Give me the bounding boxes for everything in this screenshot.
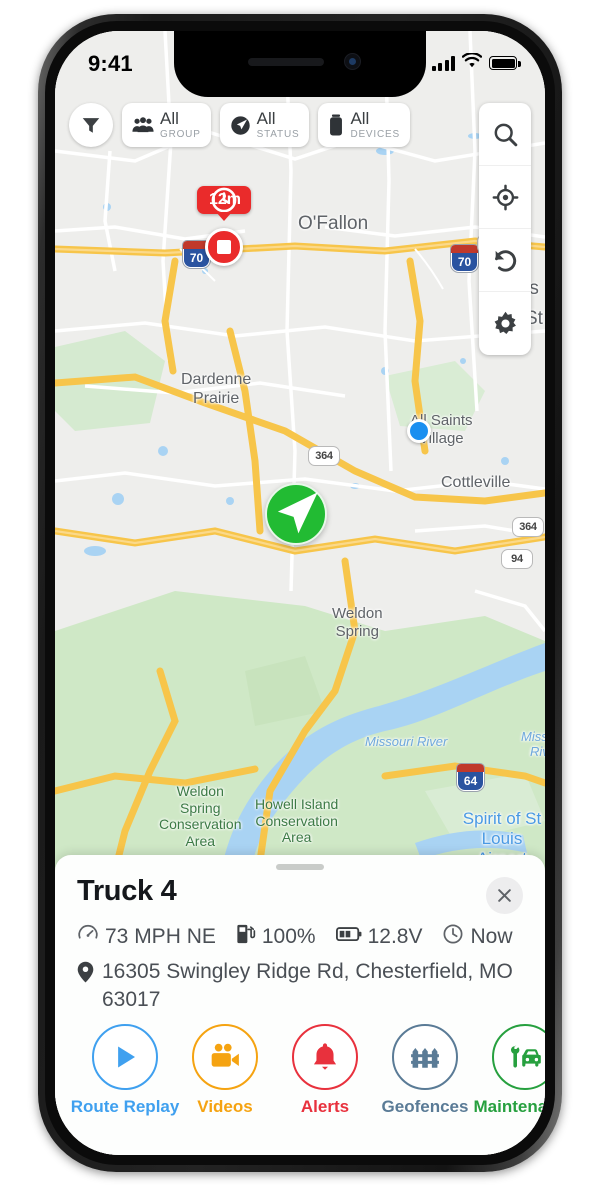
stat-speed: 73 MPH NE bbox=[77, 923, 216, 950]
vehicle-stats-row: 73 MPH NE 100% 12.8V Now bbox=[77, 923, 523, 950]
sheet-drag-handle[interactable] bbox=[276, 864, 324, 870]
bell-icon bbox=[292, 1024, 358, 1090]
map-pin-icon bbox=[77, 961, 94, 988]
action-videos[interactable]: Videos bbox=[175, 1024, 275, 1117]
speedometer-icon bbox=[77, 923, 99, 950]
interstate-shield-icon: 70 bbox=[451, 245, 478, 272]
action-route-replay[interactable]: Route Replay bbox=[71, 1024, 179, 1117]
chip-group-label: GROUP bbox=[160, 129, 201, 140]
action-alerts-label: Alerts bbox=[300, 1097, 350, 1116]
chip-devices-label: DEVICES bbox=[350, 129, 400, 140]
action-geofences-label: Geofences bbox=[381, 1097, 469, 1116]
map-filter-bar: All GROUP All STATUS All DEVICES bbox=[55, 103, 545, 147]
locate-me-icon[interactable] bbox=[479, 166, 531, 229]
route-shield-icon: 364 bbox=[308, 446, 340, 466]
page-title: Truck 4 bbox=[77, 875, 177, 907]
map-tool-rail bbox=[479, 103, 531, 355]
fence-icon bbox=[392, 1024, 458, 1090]
car-wrench-icon bbox=[492, 1024, 545, 1090]
chip-status-value: All bbox=[256, 109, 276, 128]
play-icon bbox=[92, 1024, 158, 1090]
stat-voltage-value: 12.8V bbox=[367, 924, 423, 948]
search-icon[interactable] bbox=[479, 103, 531, 166]
action-alerts[interactable]: Alerts bbox=[275, 1024, 375, 1117]
stat-fuel: 100% bbox=[236, 923, 316, 950]
action-geofences[interactable]: Geofences bbox=[375, 1024, 475, 1117]
group-people-icon bbox=[132, 115, 154, 135]
undo-history-icon[interactable] bbox=[479, 229, 531, 292]
user-location-dot bbox=[407, 419, 431, 443]
stat-voltage: 12.8V bbox=[335, 924, 423, 949]
active-vehicle-marker[interactable] bbox=[265, 483, 327, 545]
stopped-vehicle-marker[interactable]: 12m bbox=[197, 186, 252, 266]
earpiece-speaker bbox=[248, 58, 324, 66]
vehicle-detail-sheet[interactable]: Truck 4 73 MPH NE 100% 12.8V Now 16305 S… bbox=[55, 855, 545, 1155]
interstate-shield-icon: 64 bbox=[457, 764, 484, 791]
chip-status-label: STATUS bbox=[256, 129, 300, 140]
stat-time: Now bbox=[442, 923, 513, 950]
phone-screen: 12m O'FallonMid RiversStDardenne Prairie… bbox=[55, 31, 545, 1155]
battery-volt-icon bbox=[335, 925, 362, 948]
stat-fuel-value: 100% bbox=[261, 924, 316, 948]
action-videos-label: Videos bbox=[197, 1097, 253, 1116]
close-icon[interactable] bbox=[486, 877, 523, 914]
action-route-replay-label: Route Replay bbox=[70, 1097, 180, 1116]
action-maintenance[interactable]: Maintenance bbox=[473, 1024, 545, 1117]
action-maintenance-label: Maintenance bbox=[473, 1097, 545, 1116]
stop-duration-bubble[interactable]: 12m bbox=[197, 186, 252, 214]
status-signal-icon bbox=[230, 115, 251, 136]
front-camera bbox=[344, 53, 361, 70]
vehicle-address-row: 16305 Swingley Ridge Rd, Chesterfield, M… bbox=[77, 958, 523, 1014]
stat-time-value: Now bbox=[470, 924, 513, 948]
sheet-header: Truck 4 bbox=[77, 875, 523, 914]
chip-devices[interactable]: All DEVICES bbox=[318, 103, 410, 147]
fuel-pump-icon bbox=[236, 923, 256, 950]
vehicle-address-text: 16305 Swingley Ridge Rd, Chesterfield, M… bbox=[102, 960, 513, 1011]
route-shield-icon: 94 bbox=[501, 549, 533, 569]
phone-notch bbox=[174, 31, 426, 97]
stop-pin-icon[interactable] bbox=[205, 228, 244, 266]
stat-speed-value: 73 MPH NE bbox=[105, 924, 216, 948]
filter-funnel-icon[interactable] bbox=[69, 103, 113, 147]
route-shield-icon: 364 bbox=[512, 517, 544, 537]
chip-status[interactable]: All STATUS bbox=[219, 103, 310, 147]
clock-icon bbox=[442, 923, 464, 950]
chip-group-value: All bbox=[160, 109, 179, 128]
quick-actions-row: Route Replay Videos Alerts Geofences Mai… bbox=[55, 1024, 545, 1117]
gear-icon[interactable] bbox=[479, 292, 531, 355]
chip-devices-value: All bbox=[350, 109, 370, 128]
video-camera-icon bbox=[192, 1024, 258, 1090]
chip-group[interactable]: All GROUP bbox=[122, 103, 211, 147]
device-tracker-icon bbox=[328, 114, 344, 136]
